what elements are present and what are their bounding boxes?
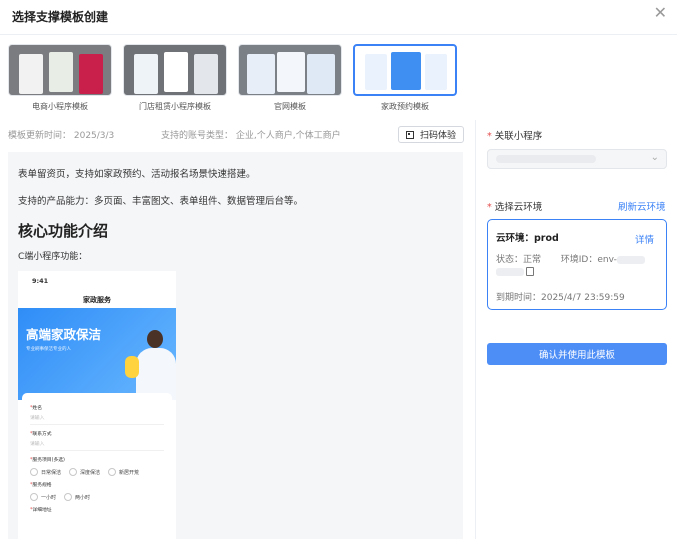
- confirm-use-template-button[interactable]: 确认并使用此模板: [487, 343, 667, 365]
- address-label: 详细地址: [32, 508, 52, 513]
- template-label: 门店租赁小程序模板: [139, 102, 211, 111]
- env-name: 云环境：prod: [496, 233, 559, 244]
- env-status: 状态：正常: [496, 255, 542, 265]
- banner-title: 高端家政保洁: [26, 327, 102, 342]
- side-divider: [475, 120, 476, 539]
- supported-account-types: 支持的账号类型： 企业,个人商户,个体工商户: [161, 131, 341, 141]
- name-input: 请输入: [30, 414, 164, 425]
- template-thumbnail: [123, 44, 227, 96]
- phone-preview: 9:41 家政服务 高端家政保洁 专业刷事保洁专业的人 *姓名 请输入 *联系方…: [18, 271, 176, 539]
- service-label: 服务项目(多选): [32, 458, 65, 463]
- env-expire-time: 到期时间：2025/4/7 23:59:59: [496, 293, 625, 303]
- template-list: 电商小程序模板 门店租赁小程序模板 官网模板 家政预约模板: [8, 44, 468, 112]
- core-features-heading: 核心功能介绍: [18, 222, 109, 240]
- template-card-website[interactable]: 官网模板: [238, 44, 342, 112]
- copy-icon[interactable]: [526, 267, 534, 276]
- mini-program-label: 关联小程序: [494, 131, 543, 142]
- chevron-down-icon: ⌄: [650, 152, 659, 163]
- template-label: 家政预约模板: [381, 102, 429, 111]
- banner-subtitle: 专业刷事保洁专业的人: [26, 347, 71, 352]
- template-thumbnail: [8, 44, 112, 96]
- template-label: 电商小程序模板: [32, 102, 88, 111]
- template-thumbnail: [353, 44, 457, 96]
- scan-experience-button[interactable]: 扫码体验: [398, 126, 465, 143]
- service-options: 日常保洁 深度保洁 新居开荒: [30, 468, 164, 476]
- template-description-panel: 表单留资页，支持如家政预约、活动报名场景快速搭建。 支持的产品能力：多页面、丰富…: [8, 152, 463, 539]
- template-updated-time: 模板更新时间： 2025/3/3: [8, 131, 115, 141]
- refresh-cloud-env-link[interactable]: 刷新云环境: [618, 199, 666, 213]
- service-option: 日常保洁: [30, 468, 61, 476]
- duration-option: 两小时: [64, 493, 90, 501]
- phone-banner: 高端家政保洁 专业刷事保洁专业的人: [18, 308, 176, 400]
- cleaner-head: [147, 330, 163, 348]
- template-thumbnail: [238, 44, 342, 96]
- qr-code-icon: [406, 130, 414, 139]
- env-id-label: 环境ID：env-: [560, 255, 617, 265]
- cloud-env-label: 选择云环境: [494, 202, 543, 213]
- template-card-housekeeping[interactable]: 家政预约模板: [353, 44, 457, 112]
- redacted-value: [496, 155, 596, 163]
- redacted-env-id: [496, 267, 524, 276]
- phone-page-title: 家政服务: [83, 296, 111, 304]
- dialog-title: 选择支撑模板创建: [12, 10, 109, 24]
- booking-form: *姓名 请输入 *联系方式 请输入 *服务项目(多选) 日常保洁 深度保洁 新居…: [22, 393, 172, 539]
- template-label: 官网模板: [274, 102, 306, 111]
- env-detail-link[interactable]: 详情: [635, 232, 654, 246]
- cleaning-glove: [125, 356, 139, 378]
- contact-label: 联系方式: [32, 432, 52, 437]
- scan-button-label: 扫码体验: [420, 131, 457, 141]
- cloud-env-card[interactable]: 云环境：prod 详情 状态：正常 环境ID：env- 到期时间：2025/4/…: [487, 219, 667, 310]
- service-option: 新居开荒: [108, 468, 139, 476]
- intro-text: 表单留资页，支持如家政预约、活动报名场景快速搭建。: [18, 169, 256, 180]
- redacted-env-id: [616, 255, 645, 264]
- duration-option: 一小时: [30, 493, 56, 501]
- mini-program-select[interactable]: ⌄: [487, 149, 667, 169]
- template-card-ecommerce[interactable]: 电商小程序模板: [8, 44, 112, 112]
- abilities-text: 支持的产品能力：多页面、丰富图文、表单组件、数据管理后台等。: [18, 196, 304, 207]
- name-label: 姓名: [32, 406, 43, 411]
- template-card-store-rental[interactable]: 门店租赁小程序模板: [123, 44, 227, 112]
- contact-input: 请输入: [30, 440, 164, 451]
- header-divider: [0, 34, 677, 35]
- status-time: 9:41: [32, 277, 49, 285]
- service-option: 深度保洁: [69, 468, 100, 476]
- close-icon[interactable]: ✕: [654, 3, 667, 22]
- duration-label: 服务规格: [32, 483, 52, 488]
- duration-options: 一小时 两小时: [30, 493, 164, 501]
- client-features-label: C端小程序功能：: [18, 252, 88, 262]
